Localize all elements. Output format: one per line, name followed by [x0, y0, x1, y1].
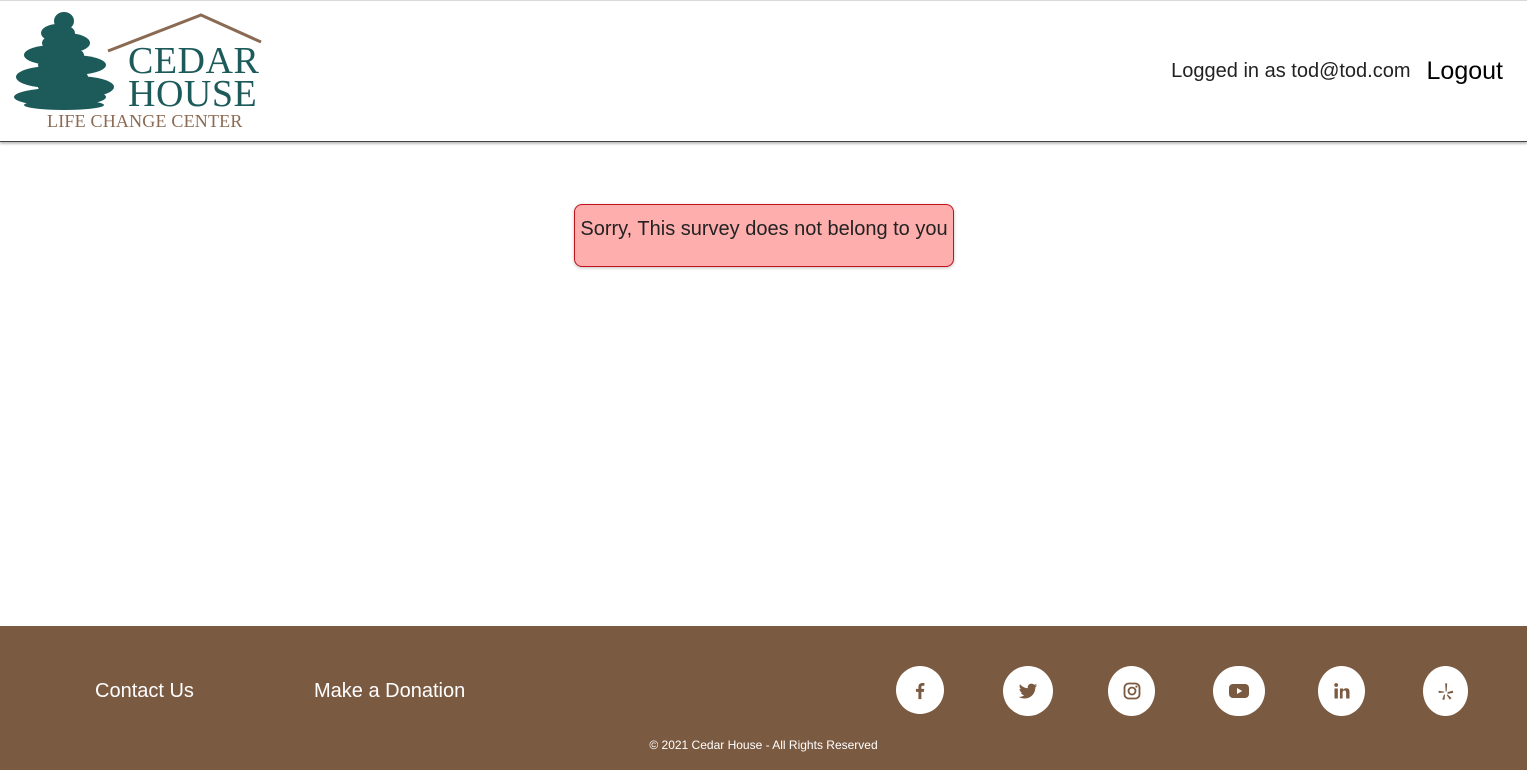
logout-link[interactable]: Logout	[1427, 57, 1503, 86]
logged-in-status: Logged in as tod@tod.com	[1171, 60, 1411, 82]
youtube-button[interactable]	[1213, 666, 1265, 716]
instagram-button[interactable]	[1108, 666, 1155, 716]
contact-us-link[interactable]: Contact Us	[95, 680, 194, 703]
make-donation-link[interactable]: Make a Donation	[314, 680, 465, 703]
instagram-icon	[1123, 682, 1140, 700]
facebook-button[interactable]	[896, 666, 944, 714]
user-area: Logged in as tod@tod.com Logout	[1171, 57, 1503, 86]
youtube-icon	[1229, 684, 1249, 698]
logo-house-text: HOUSE	[128, 73, 258, 115]
site-footer: Contact Us Make a Donation © 2021 Cedar …	[0, 626, 1527, 770]
logo-tagline-text: LIFE CHANGE CENTER	[47, 111, 243, 131]
yelp-icon	[1438, 683, 1453, 700]
twitter-icon	[1018, 683, 1038, 699]
twitter-button[interactable]	[1003, 666, 1053, 716]
linkedin-icon	[1333, 683, 1349, 699]
page: CEDAR HOUSE LIFE CHANGE CENTER Logged in…	[0, 0, 1527, 770]
error-alert: Sorry, This survey does not belong to yo…	[574, 204, 954, 267]
site-header: CEDAR HOUSE LIFE CHANGE CENTER Logged in…	[0, 0, 1527, 142]
cedar-house-logo[interactable]: CEDAR HOUSE LIFE CHANGE CENTER	[8, 9, 264, 135]
facebook-icon	[915, 682, 925, 700]
copyright-text: © 2021 Cedar House - All Rights Reserved	[649, 738, 878, 752]
yelp-button[interactable]	[1423, 666, 1468, 716]
linkedin-button[interactable]	[1318, 666, 1365, 716]
